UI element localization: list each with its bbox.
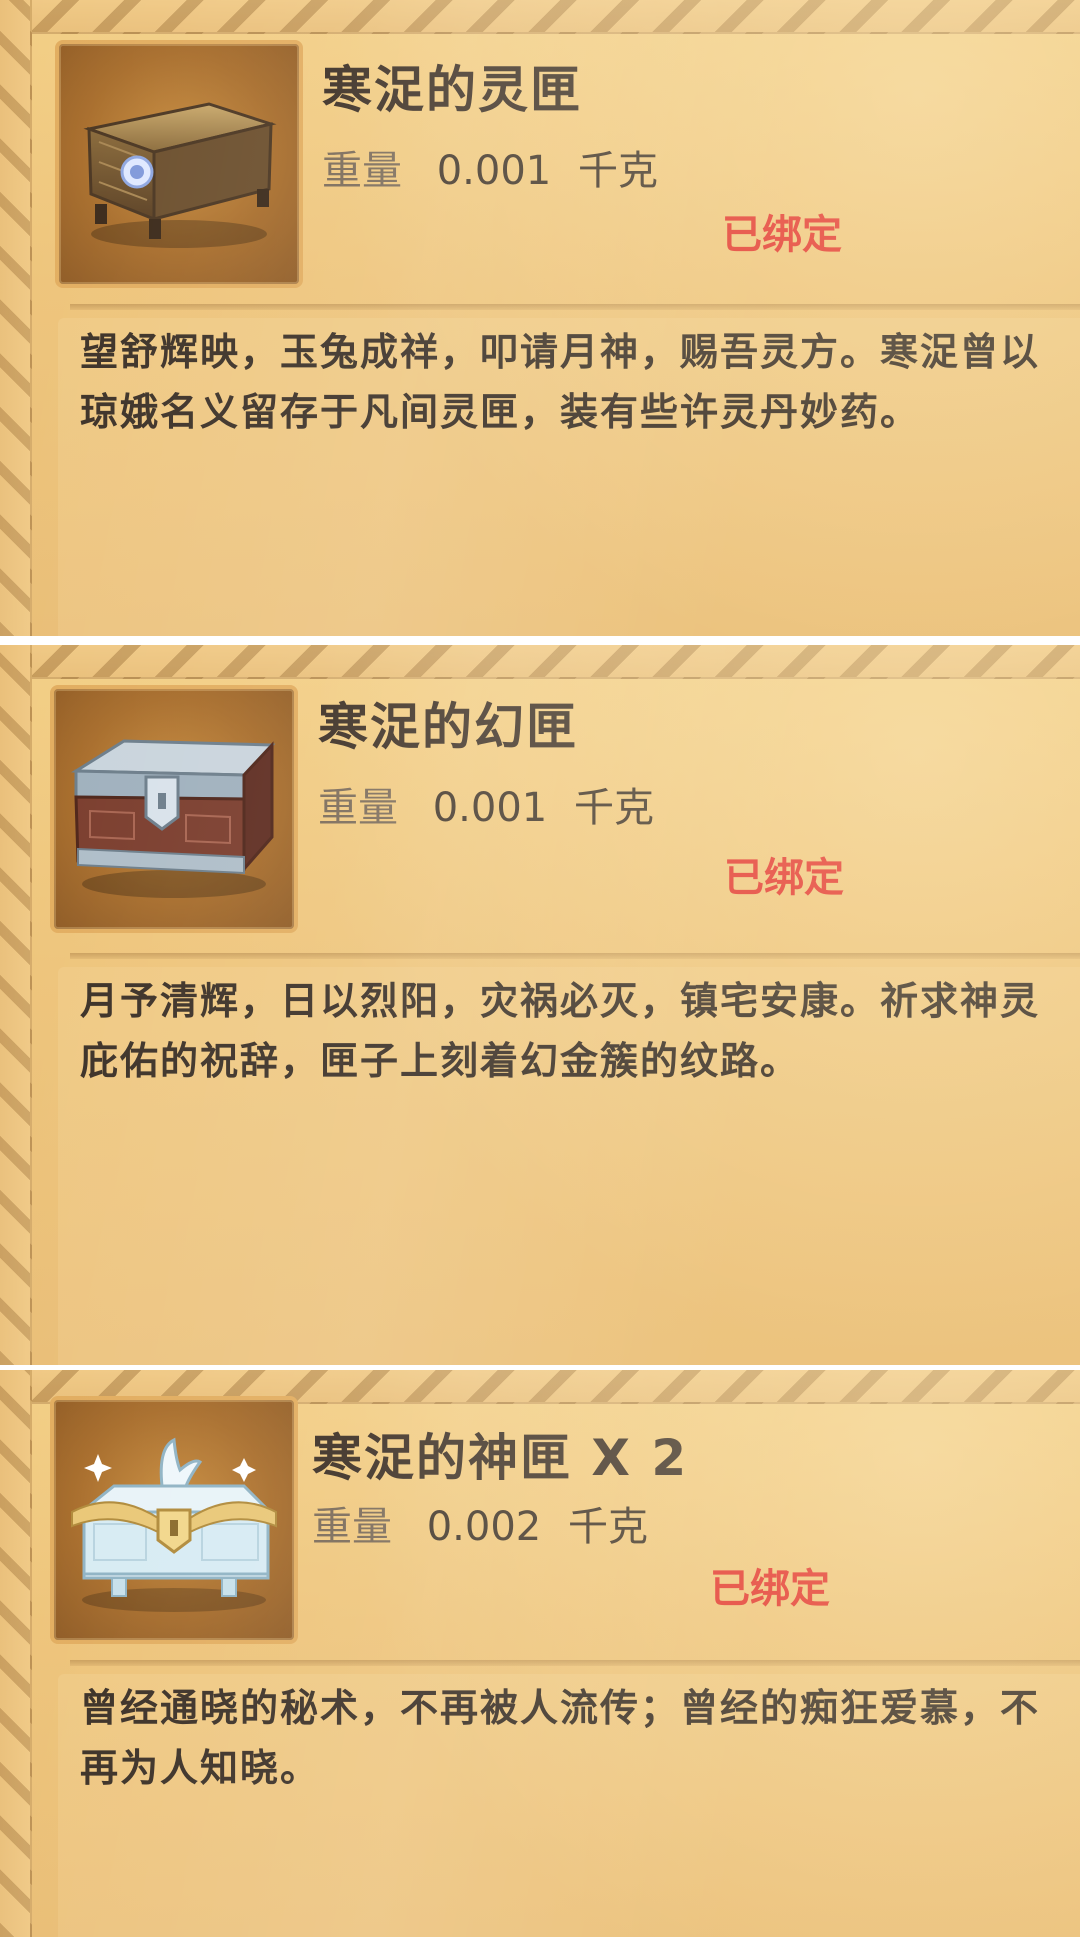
- item-card-1: 寒浞的灵匣 重量 0.001 千克 已绑定 望舒辉映，玉兔成祥，叩请月神，赐吾灵…: [0, 0, 1080, 636]
- decorative-top-border: [0, 645, 1080, 679]
- item-name: 寒浞的灵匣: [322, 61, 582, 119]
- item-name: 寒浞的神匣 X 2: [312, 1429, 689, 1487]
- item-weight: 重量 0.002 千克: [312, 1494, 648, 1552]
- weight-value: 0.001: [432, 785, 548, 831]
- weight-label: 重量: [312, 1504, 392, 1550]
- divider: [70, 304, 1080, 310]
- item-description: 望舒辉映，玉兔成祥，叩请月神，赐吾灵方。寒浞曾以琼娥名义留存于凡间灵匣，装有些许…: [80, 330, 1041, 434]
- white-rabbit-chest-icon: [50, 1396, 298, 1644]
- weight-label: 重量: [322, 148, 402, 194]
- weight-label: 重量: [318, 785, 398, 831]
- decorative-top-border: [0, 0, 1080, 34]
- item-description: 月予清辉，日以烈阳，灾祸必灭，镇宅安康。祈求神灵庇佑的祝辞，匣子上刻着幻金簇的纹…: [80, 979, 1041, 1083]
- weight-value: 0.002: [426, 1504, 542, 1550]
- item-description: 曾经通晓的秘术，不再被人流传；曾经的痴狂爱慕，不再为人知晓。: [80, 1686, 1041, 1790]
- divider: [70, 953, 1080, 959]
- item-card-2: 寒浞的幻匣 重量 0.001 千克 已绑定 月予清辉，日以烈阳，灾祸必灭，镇宅安…: [0, 645, 1080, 1365]
- weight-value: 0.001: [436, 148, 552, 194]
- weight-unit: 千克: [567, 1504, 648, 1550]
- decorative-left-border: [0, 645, 32, 1365]
- ornate-bronze-chest-icon: [55, 40, 303, 288]
- item-weight: 重量 0.001 千克: [318, 775, 654, 833]
- divider: [70, 1660, 1080, 1666]
- item-card-3: 寒浞的神匣 X 2 重量 0.002 千克 已绑定 曾经通晓的秘术，不再被人流传…: [0, 1370, 1080, 1937]
- weight-unit: 千克: [573, 785, 654, 831]
- bound-status: 已绑定: [710, 1566, 830, 1612]
- bound-status: 已绑定: [722, 212, 842, 258]
- decorative-left-border: [0, 1370, 32, 1937]
- item-name: 寒浞的幻匣: [318, 698, 578, 756]
- weight-unit: 千克: [577, 148, 658, 194]
- item-weight: 重量 0.001 千克: [322, 138, 658, 196]
- bound-status: 已绑定: [724, 855, 844, 901]
- decorative-left-border: [0, 0, 32, 636]
- silver-red-chest-icon: [50, 685, 298, 933]
